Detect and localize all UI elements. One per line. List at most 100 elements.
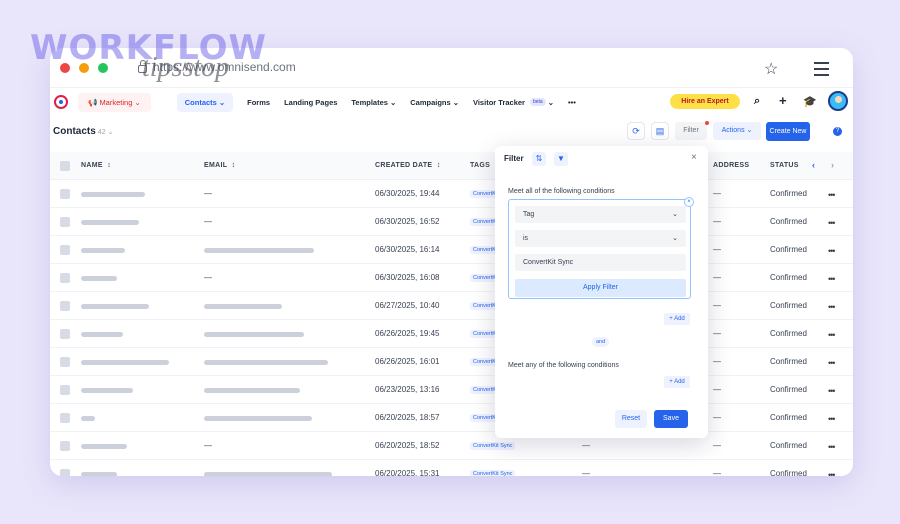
redacted-name xyxy=(81,332,123,337)
col-email[interactable]: EMAIL ↕ xyxy=(204,162,235,169)
created-date-cell: 06/20/2025, 15:31 xyxy=(375,469,440,476)
operator-select[interactable]: is ⌄ xyxy=(515,230,686,247)
row-checkbox[interactable] xyxy=(60,385,70,395)
scroll-right-icon[interactable]: › xyxy=(831,160,834,170)
table-row[interactable]: —06/30/2025, 19:44 ConvertKit Sync — Confir… xyxy=(50,180,853,208)
marketing-switcher[interactable]: 📢 Marketing ⌄ xyxy=(78,92,151,112)
nav-more-icon[interactable]: ••• xyxy=(568,98,576,107)
add-any-condition-button[interactable]: + Add xyxy=(664,376,690,388)
save-button[interactable]: Save xyxy=(654,410,688,428)
nav-templates[interactable]: Templates ⌄ xyxy=(351,98,396,107)
row-more-icon[interactable]: ••• xyxy=(828,358,836,368)
browser-menu-icon[interactable] xyxy=(814,62,829,80)
nav-forms[interactable]: Forms xyxy=(247,98,270,107)
row-checkbox[interactable] xyxy=(60,469,70,476)
status-cell: Confirmed xyxy=(770,245,807,254)
address-bar[interactable]: https://www.omnisend.com xyxy=(138,60,296,74)
redacted-email xyxy=(204,472,332,476)
url-text: https://www.omnisend.com xyxy=(153,60,296,74)
graduation-cap-icon[interactable]: 🎓 xyxy=(803,95,817,108)
row-checkbox[interactable] xyxy=(60,357,70,367)
row-more-icon[interactable]: ••• xyxy=(828,414,836,424)
row-more-icon[interactable]: ••• xyxy=(828,246,836,256)
apply-filter-button[interactable]: Apply Filter xyxy=(515,279,686,297)
field-select[interactable]: Tag ⌄ xyxy=(515,206,686,223)
col-name[interactable]: NAME ↕ xyxy=(81,162,111,169)
hire-expert-button[interactable]: Hire an Expert xyxy=(670,94,740,109)
chevron-down-icon: ⌄ xyxy=(672,211,678,218)
table-row[interactable]: 06/20/2025, 15:31 ConvertKit Sync — — Confir… xyxy=(50,460,853,476)
filter-groups-icon[interactable]: ⇅ xyxy=(532,152,546,166)
nav-landing-pages[interactable]: Landing Pages xyxy=(284,98,337,107)
scroll-left-icon[interactable]: ‹ xyxy=(812,160,815,170)
row-checkbox[interactable] xyxy=(60,301,70,311)
table-row[interactable]: —06/30/2025, 16:52 ConvertKit Sync — Confir… xyxy=(50,208,853,236)
chevron-down-icon: ⌄ xyxy=(452,97,459,107)
table-row[interactable]: 06/23/2025, 13:16 ConvertKit Sync — Confirm… xyxy=(50,376,853,404)
filter-button[interactable]: Filter xyxy=(675,122,707,140)
status-cell: Confirmed xyxy=(770,189,807,198)
table-row[interactable]: 06/20/2025, 18:57 ConvertKit Sync — Confirm… xyxy=(50,404,853,432)
nav-visitor-tracker[interactable]: Visitor Tracker beta ⌄ xyxy=(473,98,554,107)
marketing-label: Marketing xyxy=(99,97,133,107)
address-cell: — xyxy=(713,469,721,476)
col-address[interactable]: ADDRESS xyxy=(713,162,749,169)
actions-button[interactable]: Actions ⌄ xyxy=(713,122,761,140)
minimize-window-button[interactable] xyxy=(79,63,89,73)
status-cell: Confirmed xyxy=(770,357,807,366)
row-more-icon[interactable]: ••• xyxy=(828,302,836,312)
help-icon[interactable]: ? xyxy=(833,127,842,136)
row-checkbox[interactable] xyxy=(60,329,70,339)
row-more-icon[interactable]: ••• xyxy=(828,218,836,228)
redacted-email xyxy=(204,360,328,365)
row-checkbox[interactable] xyxy=(60,413,70,423)
row-checkbox[interactable] xyxy=(60,189,70,199)
remove-group-icon[interactable]: × xyxy=(684,197,694,207)
row-more-icon[interactable]: ••• xyxy=(828,190,836,200)
address-cell: — xyxy=(713,189,721,198)
maximize-window-button[interactable] xyxy=(98,63,108,73)
col-tags[interactable]: TAGS xyxy=(470,162,490,169)
chevron-down-icon[interactable]: ⌄ xyxy=(108,129,114,136)
address-cell: — xyxy=(713,385,721,394)
created-date-cell: 06/30/2025, 16:52 xyxy=(375,217,440,226)
close-window-button[interactable] xyxy=(60,63,70,73)
select-all-checkbox[interactable] xyxy=(60,161,70,171)
row-checkbox[interactable] xyxy=(60,245,70,255)
nav-campaigns[interactable]: Campaigns ⌄ xyxy=(410,98,459,107)
row-more-icon[interactable]: ••• xyxy=(828,386,836,396)
row-more-icon[interactable]: ••• xyxy=(828,470,836,476)
row-more-icon[interactable]: ••• xyxy=(828,274,836,284)
bookmark-star-icon[interactable]: ☆ xyxy=(764,59,778,79)
funnel-icon[interactable]: ▼ xyxy=(554,152,568,166)
reset-button[interactable]: Reset xyxy=(615,410,647,428)
row-checkbox[interactable] xyxy=(60,217,70,227)
create-new-button[interactable]: Create New xyxy=(766,122,810,141)
table-row[interactable]: 06/26/2025, 19:45 ConvertKit Sync — Confirm… xyxy=(50,320,853,348)
col-created[interactable]: CREATED DATE ↕ xyxy=(375,162,441,169)
col-status[interactable]: STATUS xyxy=(770,162,799,169)
chevron-down-icon: ⌄ xyxy=(547,97,554,107)
table-header: NAME ↕ EMAIL ↕ CREATED DATE ↕ TAGS ADDRE… xyxy=(50,152,853,180)
close-icon[interactable]: × xyxy=(691,152,697,163)
redacted-email xyxy=(204,388,300,393)
export-file-icon[interactable]: ▤ xyxy=(651,122,669,140)
avatar[interactable] xyxy=(828,91,848,111)
row-more-icon[interactable]: ••• xyxy=(828,442,836,452)
plus-icon[interactable]: + xyxy=(779,93,787,108)
row-checkbox[interactable] xyxy=(60,441,70,451)
table-row[interactable]: —06/30/2025, 16:08 ConvertKit Sync — Confir… xyxy=(50,264,853,292)
row-more-icon[interactable]: ••• xyxy=(828,330,836,340)
refresh-icon[interactable]: ⟳ xyxy=(627,122,645,140)
row-checkbox[interactable] xyxy=(60,273,70,283)
table-row[interactable]: — 06/20/2025, 18:52 ConvertKit Sync — — Confi… xyxy=(50,432,853,460)
table-row[interactable]: 06/26/2025, 16:01 ConvertKit Sync — Confirm… xyxy=(50,348,853,376)
value-input[interactable]: ConvertKit Sync xyxy=(515,254,686,271)
table-row[interactable]: 06/30/2025, 16:14 ConvertKit Sync — Confirm… xyxy=(50,236,853,264)
search-icon[interactable]: ⌕ xyxy=(754,95,760,108)
table-row[interactable]: 06/27/2025, 10:40 ConvertKit Sync — Confirm… xyxy=(50,292,853,320)
browser-chrome: https://www.omnisend.com ☆ xyxy=(50,48,853,88)
nav-contacts-label: Contacts xyxy=(184,97,217,107)
add-all-condition-button[interactable]: + Add xyxy=(664,313,690,325)
nav-contacts[interactable]: Contacts ⌄ xyxy=(176,92,234,112)
